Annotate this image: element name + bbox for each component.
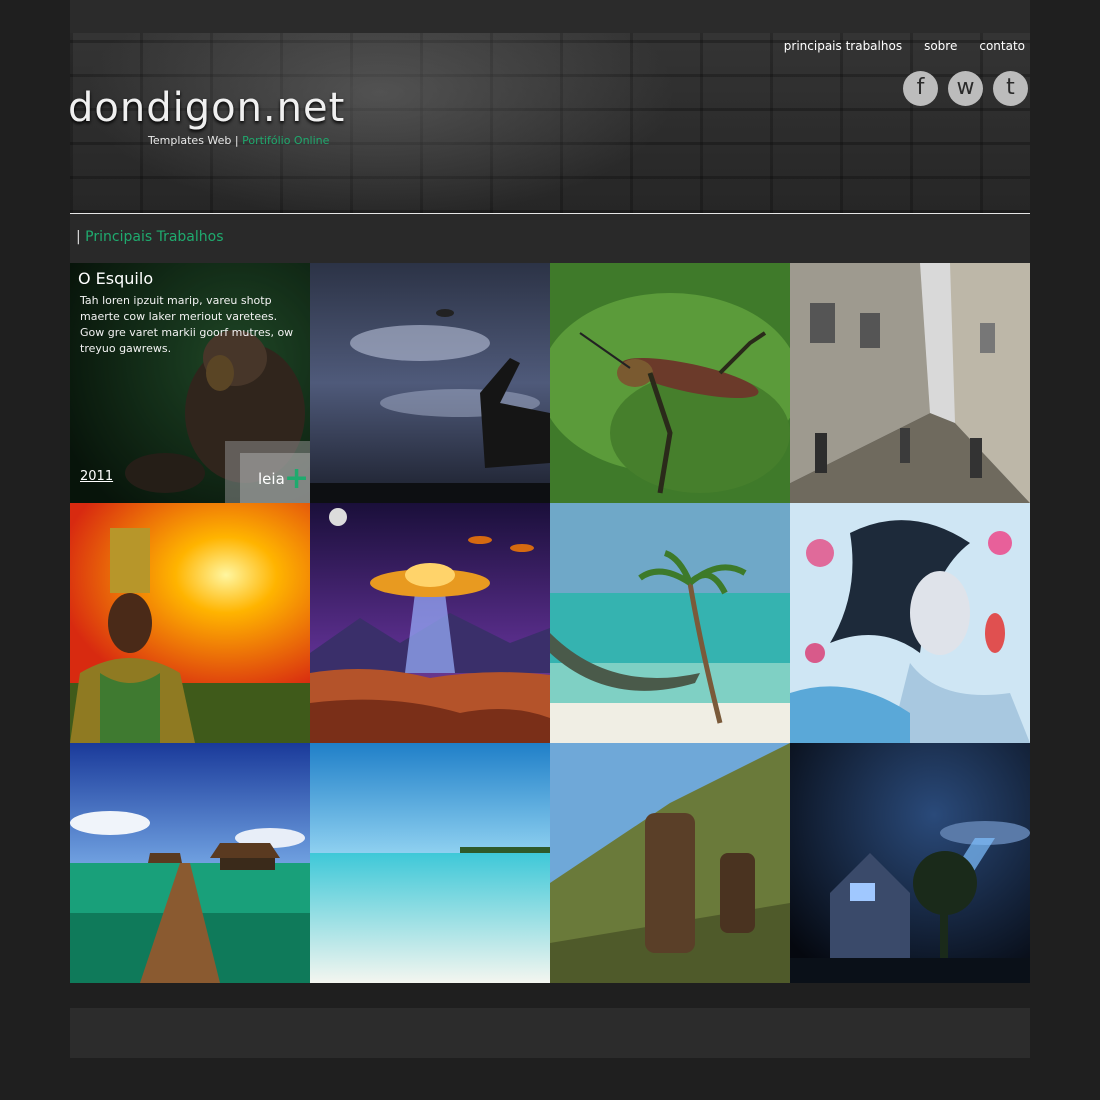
pier-thumbnail bbox=[70, 743, 310, 983]
portfolio-item-ufo-hand[interactable] bbox=[310, 263, 550, 503]
portfolio-item-street[interactable] bbox=[790, 263, 1030, 503]
section-title: | Principais Trabalhos bbox=[76, 229, 224, 245]
portfolio-item-grasshopper[interactable] bbox=[550, 263, 790, 503]
tagline-separator: | bbox=[234, 134, 239, 147]
section-title-text: Principais Trabalhos bbox=[85, 229, 224, 245]
emperor-thumbnail bbox=[70, 503, 310, 743]
main-nav: principais trabalhos sobre contato bbox=[784, 39, 1025, 53]
item-year-link[interactable]: 2011 bbox=[80, 469, 113, 484]
section-pipe: | bbox=[76, 229, 81, 245]
tagline-right: Portifólio Online bbox=[242, 134, 330, 147]
page-container: principais trabalhos sobre contato f w t… bbox=[70, 0, 1030, 1100]
site-tagline: Templates Web | Portifólio Online bbox=[148, 134, 329, 147]
portfolio-item-beach[interactable] bbox=[310, 743, 550, 983]
portfolio-item-pier[interactable] bbox=[70, 743, 310, 983]
portfolio-item-woman-art[interactable] bbox=[790, 503, 1030, 743]
grasshopper-thumbnail bbox=[550, 263, 790, 503]
site-logo[interactable]: dondigon.net bbox=[70, 85, 345, 131]
portfolio-item-moai[interactable] bbox=[550, 743, 790, 983]
ufo-hand-thumbnail bbox=[310, 263, 550, 503]
read-more-button[interactable]: leia + bbox=[240, 453, 310, 503]
footer bbox=[70, 1008, 1030, 1058]
street-thumbnail bbox=[790, 263, 1030, 503]
header: principais trabalhos sobre contato f w t… bbox=[70, 33, 1030, 214]
item-description: Tah loren ipzuit marip, vareu shotp maer… bbox=[80, 294, 294, 355]
portfolio-grid: O Esquilo Tah loren ipzuit marip, vareu … bbox=[70, 263, 1030, 983]
plus-icon: + bbox=[284, 461, 310, 496]
twitter-icon[interactable]: t bbox=[993, 71, 1028, 106]
nav-principais-trabalhos[interactable]: principais trabalhos bbox=[784, 39, 902, 53]
section-header: | Principais Trabalhos bbox=[70, 214, 1030, 263]
hammock-thumbnail bbox=[550, 503, 790, 743]
beach-thumbnail bbox=[310, 743, 550, 983]
woman-art-thumbnail bbox=[790, 503, 1030, 743]
nav-contato[interactable]: contato bbox=[979, 39, 1025, 53]
portfolio-item-emperor[interactable] bbox=[70, 503, 310, 743]
social-links: f w t bbox=[903, 71, 1028, 106]
read-more-label: leia bbox=[258, 470, 285, 488]
ufo-desert-thumbnail bbox=[310, 503, 550, 743]
item-title: O Esquilo bbox=[78, 269, 154, 288]
portfolio-item-ufo-house[interactable] bbox=[790, 743, 1030, 983]
moai-thumbnail bbox=[550, 743, 790, 983]
portfolio-item-squirrel[interactable]: O Esquilo Tah loren ipzuit marip, vareu … bbox=[70, 263, 310, 503]
top-bar bbox=[70, 0, 1030, 33]
nav-sobre[interactable]: sobre bbox=[924, 39, 957, 53]
facebook-icon[interactable]: f bbox=[903, 71, 938, 106]
tagline-left: Templates Web bbox=[148, 134, 232, 147]
ufo-house-thumbnail bbox=[790, 743, 1030, 983]
wordpress-icon[interactable]: w bbox=[948, 71, 983, 106]
portfolio-item-ufo-desert[interactable] bbox=[310, 503, 550, 743]
portfolio-item-hammock[interactable] bbox=[550, 503, 790, 743]
